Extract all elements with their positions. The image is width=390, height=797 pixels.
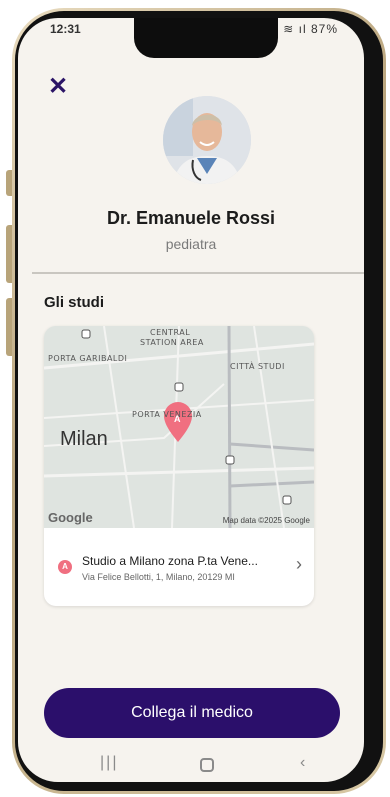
studio-card[interactable]: PORTA GARIBALDI CENTRAL STATION AREA CIT…	[44, 326, 314, 606]
system-navbar: ||| ‹	[18, 748, 364, 782]
section-title: Gli studi	[44, 294, 104, 311]
map-view[interactable]: PORTA GARIBALDI CENTRAL STATION AREA CIT…	[44, 326, 314, 529]
camera-notch	[134, 18, 278, 58]
map-label: CENTRAL	[150, 328, 191, 337]
status-time: 12:31	[50, 22, 81, 36]
recents-icon[interactable]: |||	[100, 754, 118, 772]
studio-name: Studio a Milano zona P.ta Vene...	[82, 554, 258, 568]
back-icon[interactable]: ‹	[300, 754, 305, 772]
studio-address: Via Felice Bellotti, 1, Milano, 20129 MI	[82, 572, 235, 582]
map-city-label: Milan	[60, 428, 108, 450]
doctor-photo	[163, 96, 251, 184]
doctor-name: Dr. Emanuele Rossi	[106, 208, 276, 228]
map-marker-letter: A	[174, 414, 181, 424]
doctor-specialty: pediatra	[165, 236, 217, 252]
map-attribution: Map data ©2025 Google	[222, 516, 310, 525]
doctor-avatar	[163, 96, 251, 184]
side-button	[6, 170, 12, 196]
location-badge: A	[58, 560, 72, 574]
volume-down-button	[6, 298, 12, 356]
map-label: PORTA VENEZIA	[132, 410, 202, 419]
connect-doctor-button[interactable]: Collega il medico	[44, 688, 340, 738]
google-logo: Google	[48, 510, 93, 525]
map-label: CITTÀ STUDI	[230, 362, 285, 371]
map-label: STATION AREA	[140, 338, 204, 347]
app-screen: 12:31 ◂ ≋ ıl 87% ✕ Dr. Emanuele Rossi pe…	[18, 18, 364, 782]
home-icon[interactable]	[200, 758, 214, 772]
close-icon[interactable]: ✕	[48, 75, 70, 99]
studio-info-row[interactable]: A Studio a Milano zona P.ta Vene... Via …	[44, 528, 314, 606]
divider	[32, 272, 364, 274]
map-label: PORTA GARIBALDI	[48, 354, 128, 363]
volume-up-button	[6, 225, 12, 283]
status-icons: ◂ ≋ ıl 87%	[271, 22, 338, 36]
chevron-right-icon[interactable]: ›	[296, 554, 302, 575]
